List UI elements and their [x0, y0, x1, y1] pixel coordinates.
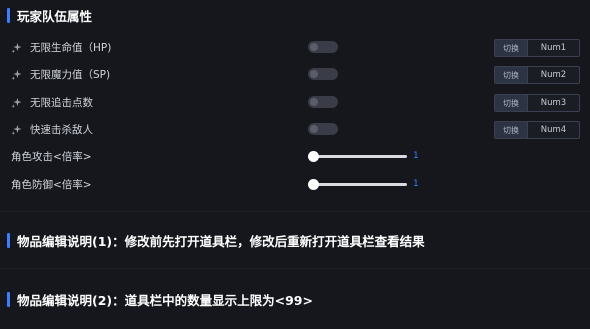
slider-track-attack[interactable] — [313, 155, 407, 158]
toggle-knob — [310, 43, 318, 51]
switch-button-chase[interactable]: 切换 — [495, 95, 528, 111]
sparkle-icon — [11, 97, 22, 108]
switch-button-quick-kill[interactable]: 切换 — [495, 122, 528, 138]
switch-button-sp[interactable]: 切换 — [495, 67, 528, 83]
toggle-switch-chase[interactable] — [308, 96, 338, 108]
slider-track-defense[interactable] — [313, 183, 407, 186]
toggle-row-label-wrap: 无限追击点数 — [11, 91, 93, 113]
hotkey-field-chase[interactable]: Num3 — [528, 95, 579, 111]
slider-thumb-attack[interactable] — [308, 151, 319, 162]
slider-label: 角色防御<倍率> — [11, 178, 92, 191]
hotkey-field-sp[interactable]: Num2 — [528, 67, 579, 83]
toggle-knob — [310, 70, 318, 78]
section-accent-bar — [7, 291, 10, 307]
toggle-label: 无限魔力值（SP) — [30, 68, 111, 81]
toggle-row-label-wrap: 无限生命值（HP) — [11, 36, 111, 58]
toggle-label: 快速击杀敌人 — [30, 123, 93, 136]
toggle-row-chase: 无限追击点数 切换 Num3 — [0, 91, 590, 113]
toggle-row-label-wrap: 快速击杀敌人 — [11, 118, 93, 140]
hotkey-group-sp: 切换 Num2 — [494, 66, 580, 84]
switch-button-hp[interactable]: 切换 — [495, 40, 528, 56]
hotkey-group-quick-kill: 切换 Num4 — [494, 121, 580, 139]
divider — [0, 268, 590, 269]
section-title-text: 玩家队伍属性 — [17, 8, 93, 24]
section-accent-bar — [7, 7, 10, 23]
sparkle-icon — [11, 69, 22, 80]
note-text: 物品编辑说明(2)：道具栏中的数量显示上限为<99> — [17, 292, 313, 308]
divider — [0, 211, 590, 212]
note-text: 物品编辑说明(1)：修改前先打开道具栏，修改后重新打开道具栏查看结果 — [17, 233, 425, 249]
sparkle-icon — [11, 42, 22, 53]
toggle-switch-quick-kill[interactable] — [308, 123, 338, 135]
note-title-1: 物品编辑说明(1)：修改前先打开道具栏，修改后重新打开道具栏查看结果 — [0, 231, 425, 249]
slider-label: 角色攻击<倍率> — [11, 150, 92, 163]
hotkey-group-chase: 切换 Num3 — [494, 94, 580, 112]
section-title-player-team: 玩家队伍属性 — [0, 6, 92, 24]
toggle-row-label-wrap: 无限魔力值（SP) — [11, 63, 110, 85]
toggle-label: 无限生命值（HP) — [30, 41, 112, 54]
toggle-switch-sp[interactable] — [308, 68, 338, 80]
toggle-label: 无限追击点数 — [30, 96, 93, 109]
toggle-row-quick-kill: 快速击杀敌人 切换 Num4 — [0, 118, 590, 140]
hotkey-field-quick-kill[interactable]: Num4 — [528, 122, 579, 138]
toggle-knob — [310, 98, 318, 106]
hotkey-group-hp: 切换 Num1 — [494, 39, 580, 57]
slider-row-attack: 角色攻击<倍率> 1 — [0, 145, 590, 167]
toggle-knob — [310, 125, 318, 133]
sparkle-icon — [11, 124, 22, 135]
toggle-row-hp: 无限生命值（HP) 切换 Num1 — [0, 36, 590, 58]
section-accent-bar — [7, 232, 10, 248]
hotkey-field-hp[interactable]: Num1 — [528, 40, 579, 56]
slider-value-attack: 1 — [413, 151, 419, 161]
slider-thumb-defense[interactable] — [308, 179, 319, 190]
note-title-2: 物品编辑说明(2)：道具栏中的数量显示上限为<99> — [0, 290, 313, 308]
slider-row-defense: 角色防御<倍率> 1 — [0, 173, 590, 195]
slider-value-defense: 1 — [413, 179, 419, 189]
toggle-row-sp: 无限魔力值（SP) 切换 Num2 — [0, 63, 590, 85]
toggle-switch-hp[interactable] — [308, 41, 338, 53]
